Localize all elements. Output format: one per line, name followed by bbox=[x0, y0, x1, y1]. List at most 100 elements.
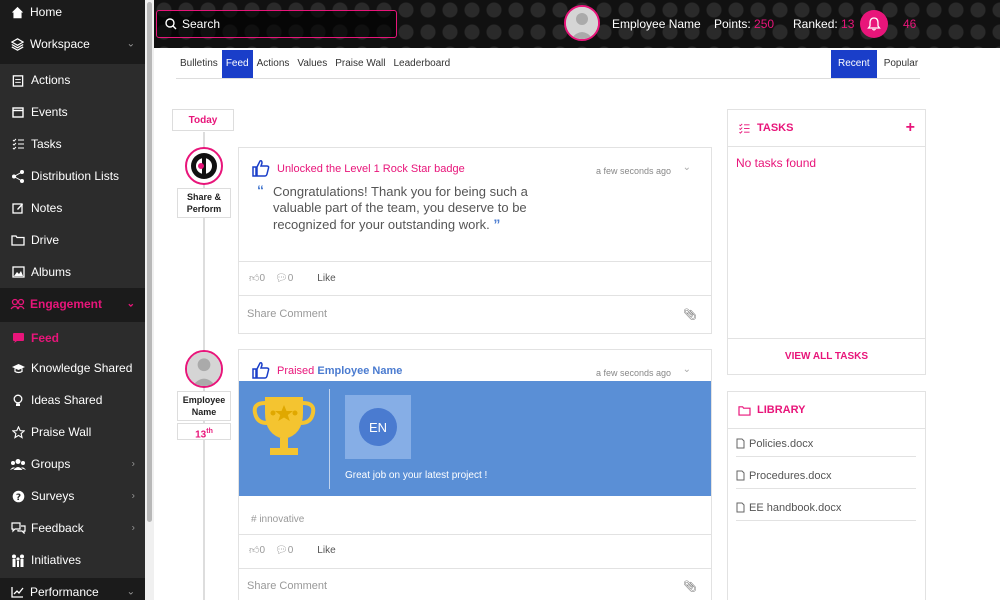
sidebar-item-actions[interactable]: Actions bbox=[0, 70, 145, 90]
thumbs-up-icon: 👍︎ bbox=[249, 545, 260, 556]
lightbulb-icon bbox=[9, 391, 27, 409]
post-timestamp: a few seconds ago bbox=[595, 166, 671, 176]
like-button[interactable]: Like bbox=[317, 545, 335, 556]
sidebar-item-home[interactable]: Home bbox=[0, 2, 145, 22]
praise-message: Great job on your latest project ! bbox=[345, 470, 488, 481]
sidebar-item-tasks[interactable]: Tasks bbox=[0, 134, 145, 154]
close-quote-icon: ” bbox=[493, 216, 501, 232]
vinyl-record-icon bbox=[191, 153, 217, 179]
tab-praise-wall[interactable]: Praise Wall bbox=[331, 50, 389, 78]
sidebar-scrollbar[interactable] bbox=[145, 0, 154, 600]
edit-icon bbox=[9, 199, 27, 217]
thumbs-up-icon bbox=[251, 360, 271, 383]
feed-post-badge: Unlocked the Level 1 Rock Star badge a f… bbox=[238, 147, 712, 334]
user-avatar[interactable] bbox=[564, 5, 600, 41]
paperclip-icon[interactable]: 📎︎ bbox=[683, 308, 697, 321]
trophy-icon bbox=[251, 393, 317, 466]
tab-recent[interactable]: Recent bbox=[831, 50, 877, 78]
chat-icon bbox=[9, 329, 27, 347]
sidebar-item-feed[interactable]: Feed bbox=[0, 328, 145, 348]
graduation-icon bbox=[9, 359, 27, 377]
tasks-widget: TASKS + No tasks found VIEW ALL TASKS bbox=[727, 109, 926, 375]
chevron-down-icon: ⌄ bbox=[126, 298, 135, 310]
sidebar-item-workspace[interactable]: Workspace ⌄ bbox=[0, 34, 145, 54]
add-task-button[interactable]: + bbox=[906, 119, 915, 137]
employee-avatar[interactable] bbox=[185, 350, 223, 388]
sidebar-item-albums[interactable]: Albums bbox=[0, 262, 145, 282]
tab-feed[interactable]: Feed bbox=[221, 50, 253, 78]
checklist-icon bbox=[738, 123, 751, 134]
sidebar-item-surveys[interactable]: ? Surveys › bbox=[0, 486, 145, 506]
tab-actions[interactable]: Actions bbox=[253, 50, 294, 78]
home-icon bbox=[8, 3, 26, 21]
employee-initials: EN bbox=[359, 408, 397, 446]
today-marker: Today bbox=[172, 109, 234, 131]
sidebar-item-ideas-shared[interactable]: Ideas Shared bbox=[0, 390, 145, 410]
like-button[interactable]: Like bbox=[317, 273, 335, 284]
chevron-down-icon: ⌄ bbox=[126, 38, 135, 50]
bell-icon bbox=[867, 17, 881, 31]
notifications-button[interactable] bbox=[860, 10, 888, 38]
employee-initials-box: EN bbox=[345, 395, 411, 459]
sidebar-item-engagement[interactable]: Engagement ⌄ bbox=[0, 294, 145, 314]
post-divider bbox=[239, 534, 711, 535]
tab-values[interactable]: Values bbox=[293, 50, 331, 78]
group-icon bbox=[9, 455, 27, 473]
user-name[interactable]: Employee Name bbox=[612, 17, 701, 31]
search-label: Search bbox=[182, 17, 221, 31]
paperclip-icon[interactable]: 📎︎ bbox=[683, 580, 697, 593]
clipboard-icon bbox=[9, 71, 27, 89]
library-file[interactable]: Policies.docx bbox=[736, 431, 916, 457]
chevron-right-icon: › bbox=[131, 490, 135, 502]
sidebar-item-praise-wall[interactable]: Praise Wall bbox=[0, 422, 145, 442]
no-tasks-text: No tasks found bbox=[736, 156, 817, 170]
tab-popular[interactable]: Popular bbox=[877, 50, 925, 78]
library-file[interactable]: EE handbook.docx bbox=[736, 495, 916, 521]
like-count[interactable]: 👍︎ 0 bbox=[249, 272, 265, 285]
comment-count[interactable]: 💬︎ 0 bbox=[275, 273, 293, 284]
post-title: Praised Employee Name bbox=[277, 365, 403, 377]
sidebar-item-knowledge-shared[interactable]: Knowledge Shared bbox=[0, 358, 145, 378]
comment-input[interactable]: Share Comment bbox=[247, 580, 327, 592]
sidebar-item-feedback[interactable]: Feedback › bbox=[0, 518, 145, 538]
checklist-icon bbox=[9, 135, 27, 153]
post-options-chevron-icon[interactable]: ⌄ bbox=[683, 364, 691, 375]
post-actions: 👍︎ 0 💬︎ 0 Like bbox=[249, 544, 336, 557]
sidebar-item-performance[interactable]: Performance ⌄ bbox=[0, 582, 145, 600]
sidebar-item-drive[interactable]: Drive bbox=[0, 230, 145, 250]
like-count[interactable]: 👍︎ 0 bbox=[249, 544, 265, 557]
value-tag[interactable]: # innovative bbox=[251, 514, 304, 525]
document-icon bbox=[736, 470, 745, 481]
tab-leaderboard[interactable]: Leaderboard bbox=[389, 50, 454, 78]
sidebar-item-groups[interactable]: Groups › bbox=[0, 454, 145, 474]
library-file[interactable]: Procedures.docx bbox=[736, 463, 916, 489]
search-input[interactable]: Search bbox=[156, 10, 397, 38]
points-display: Points: 250 bbox=[714, 17, 775, 31]
star-icon bbox=[9, 423, 27, 441]
sidebar-item-events[interactable]: Events bbox=[0, 102, 145, 122]
tab-bulletins[interactable]: Bulletins bbox=[176, 50, 222, 78]
share-perform-avatar[interactable] bbox=[185, 147, 223, 185]
post-options-chevron-icon[interactable]: ⌄ bbox=[683, 162, 691, 173]
employee-rank-badge: 13th bbox=[177, 423, 231, 440]
view-all-tasks-button[interactable]: VIEW ALL TASKS bbox=[728, 338, 925, 374]
image-icon bbox=[9, 263, 27, 281]
comment-input[interactable]: Share Comment bbox=[247, 308, 327, 320]
folder-icon bbox=[9, 231, 27, 249]
users-icon bbox=[8, 295, 26, 313]
praised-employee-link[interactable]: Employee Name bbox=[317, 365, 402, 377]
ranked-display: Ranked: 13 bbox=[793, 17, 855, 31]
svg-text:?: ? bbox=[15, 493, 20, 503]
sidebar-item-notes[interactable]: Notes bbox=[0, 198, 145, 218]
open-quote-icon: “ bbox=[257, 182, 264, 198]
sidebar-item-distribution-lists[interactable]: Distribution Lists bbox=[0, 166, 145, 186]
scrollbar-thumb[interactable] bbox=[147, 2, 152, 522]
sort-tabs: Recent Popular bbox=[831, 50, 925, 78]
post-quote: “ Congratulations! Thank you for being s… bbox=[257, 182, 528, 232]
sidebar-item-initiatives[interactable]: Initiatives bbox=[0, 550, 145, 570]
question-icon: ? bbox=[9, 487, 27, 505]
avatar-silhouette-icon bbox=[187, 352, 221, 386]
post-title: Unlocked the Level 1 Rock Star badge bbox=[277, 163, 465, 175]
comment-count[interactable]: 💬︎ 0 bbox=[275, 545, 293, 556]
chevron-down-icon: ⌄ bbox=[126, 586, 135, 598]
